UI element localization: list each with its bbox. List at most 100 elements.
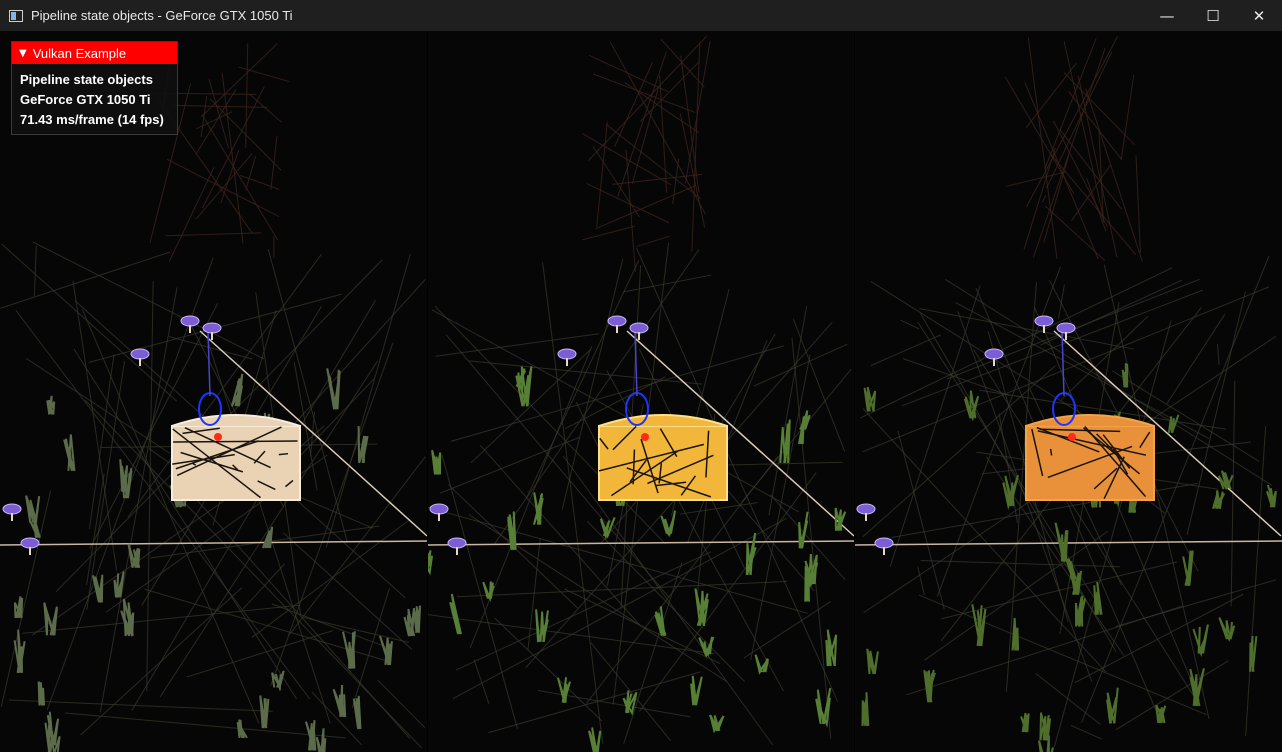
grass-clump bbox=[63, 434, 76, 472]
grass-clump bbox=[654, 606, 667, 637]
mushroom-cap bbox=[202, 322, 222, 334]
grass-clump bbox=[1121, 363, 1129, 388]
overlay-app-name: Pipeline state objects bbox=[20, 72, 153, 87]
tree-wire bbox=[196, 111, 233, 130]
terrain-wire bbox=[159, 360, 378, 698]
tree-wire bbox=[165, 232, 262, 237]
tree-wire bbox=[614, 62, 653, 147]
grass-clump bbox=[127, 543, 141, 568]
grass-clump bbox=[13, 596, 24, 619]
tree-wire bbox=[248, 93, 282, 123]
tree-wire bbox=[596, 121, 608, 228]
grass-clump bbox=[119, 459, 129, 492]
grass-clump bbox=[427, 550, 434, 576]
mushroom-cap bbox=[130, 348, 150, 360]
terrain-wire bbox=[287, 456, 426, 637]
collapse-caret-icon[interactable]: ▼ bbox=[19, 48, 27, 59]
tree-wire bbox=[208, 79, 229, 149]
tree-wire bbox=[1135, 155, 1141, 253]
tree-wire bbox=[1023, 147, 1056, 250]
grass-clump bbox=[25, 495, 41, 523]
terrain-wire bbox=[242, 563, 286, 610]
grass-clump bbox=[13, 629, 26, 674]
grass-clump bbox=[1020, 712, 1030, 733]
title-bar[interactable]: Pipeline state objects - GeForce GTX 105… bbox=[0, 0, 1282, 32]
pane-content bbox=[854, 36, 1282, 752]
grass-clump bbox=[694, 588, 709, 627]
grass-clump bbox=[708, 714, 725, 734]
3d-scene-canvas[interactable] bbox=[0, 31, 1282, 752]
terrain-wire bbox=[65, 712, 346, 739]
tree-wire bbox=[1005, 171, 1065, 187]
grass-clump bbox=[1167, 414, 1180, 434]
tree-wire bbox=[245, 43, 249, 148]
grass-clump bbox=[556, 677, 571, 703]
grass-clump bbox=[29, 517, 41, 539]
terrain-wire bbox=[186, 630, 333, 678]
grass-clump bbox=[861, 692, 870, 727]
tree-wire bbox=[168, 167, 215, 262]
grass-clump bbox=[379, 635, 393, 666]
grass-clump bbox=[1249, 635, 1258, 672]
terrain-wire bbox=[870, 334, 942, 367]
tree-wire bbox=[582, 225, 635, 241]
imgui-overlay-window[interactable]: ▼ Vulkan Example Pipeline state objects … bbox=[11, 41, 178, 135]
tree-wire bbox=[245, 155, 257, 191]
mushroom-cap bbox=[429, 503, 449, 515]
chest-wire bbox=[278, 452, 289, 456]
grass-clump bbox=[332, 684, 347, 718]
terrain-wire bbox=[377, 679, 426, 729]
terrain-wire bbox=[741, 368, 852, 503]
minimize-button[interactable]: — bbox=[1144, 0, 1190, 31]
mushroom-cap bbox=[856, 503, 876, 515]
grass-clump bbox=[403, 607, 416, 637]
terrain-wire bbox=[920, 560, 1120, 568]
window-controls: — ☐ ✕ bbox=[1144, 0, 1282, 31]
grass-clump bbox=[342, 631, 356, 669]
tree-wire bbox=[209, 98, 282, 171]
tree-wire bbox=[200, 43, 278, 118]
grass-clump bbox=[261, 526, 274, 549]
tree-wire bbox=[595, 185, 696, 230]
terrain-wire bbox=[0, 251, 171, 309]
terrain-wire bbox=[791, 337, 832, 739]
render-pane-wireframe bbox=[854, 36, 1282, 752]
terrain-wire bbox=[15, 310, 311, 700]
tree-wire bbox=[612, 173, 703, 185]
overlay-frame-time: 71.43 ms/frame (14 fps) bbox=[20, 112, 164, 127]
grass-clump bbox=[259, 695, 270, 729]
tree-wire bbox=[1046, 51, 1113, 189]
window-title: Pipeline state objects - GeForce GTX 105… bbox=[31, 8, 293, 23]
mushroom-cap bbox=[447, 537, 467, 549]
terrain-wire bbox=[768, 306, 808, 516]
ground-line bbox=[427, 540, 855, 546]
terrain-wire bbox=[917, 566, 925, 595]
tree-wire bbox=[1025, 62, 1077, 129]
tree-wire bbox=[625, 149, 636, 272]
grass-clump bbox=[412, 605, 422, 633]
grass-clump bbox=[449, 593, 462, 635]
overlay-gpu-name: GeForce GTX 1050 Ti bbox=[20, 92, 151, 107]
close-button[interactable]: ✕ bbox=[1236, 0, 1282, 31]
terrain-wire bbox=[1033, 306, 1201, 702]
grass-clump bbox=[535, 609, 549, 643]
render-viewport[interactable]: ▼ Vulkan Example Pipeline state objects … bbox=[0, 31, 1282, 752]
grass-clump bbox=[1265, 484, 1277, 508]
terrain-wire bbox=[22, 604, 300, 634]
overlay-header[interactable]: ▼ Vulkan Example bbox=[12, 42, 177, 64]
mushroom-cap bbox=[874, 537, 894, 549]
tree-wire bbox=[1041, 195, 1047, 203]
grass-clump bbox=[271, 670, 285, 692]
terrain-wire bbox=[623, 274, 712, 293]
terrain-wire bbox=[131, 299, 376, 711]
maximize-button[interactable]: ☐ bbox=[1190, 0, 1236, 31]
chest-wire bbox=[1049, 448, 1053, 456]
grass-clump bbox=[1106, 687, 1119, 724]
tree-wire bbox=[270, 136, 278, 190]
terrain-wire bbox=[251, 519, 410, 638]
tree-wire bbox=[1004, 76, 1075, 194]
mushroom-cap bbox=[2, 503, 22, 515]
terrain-wire bbox=[1245, 426, 1267, 737]
pane-divider bbox=[427, 31, 428, 752]
tree-wire bbox=[1024, 82, 1099, 260]
